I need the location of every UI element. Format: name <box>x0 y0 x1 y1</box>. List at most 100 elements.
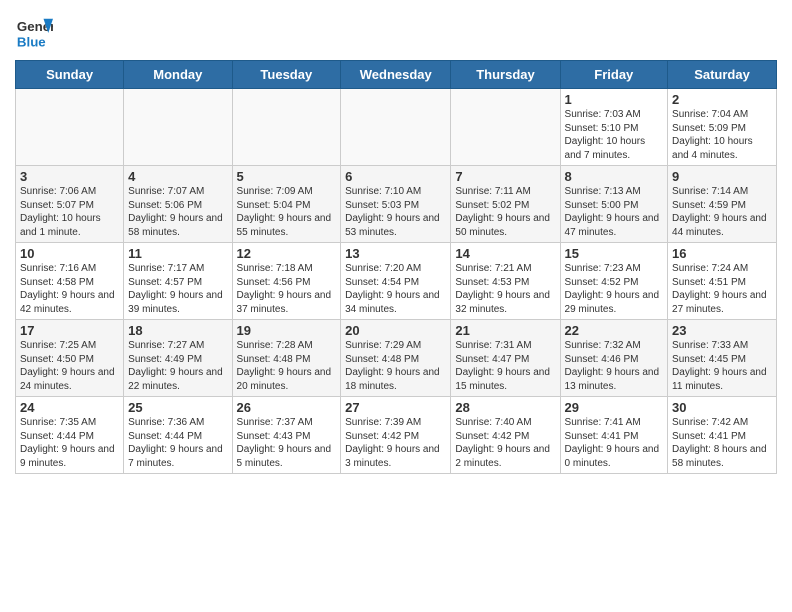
calendar-day-header: Thursday <box>451 61 560 89</box>
calendar-day-cell: 21Sunrise: 7:31 AM Sunset: 4:47 PM Dayli… <box>451 320 560 397</box>
day-info: Sunrise: 7:28 AM Sunset: 4:48 PM Dayligh… <box>237 339 337 393</box>
day-number: 17 <box>20 323 119 338</box>
day-number: 7 <box>455 169 555 184</box>
calendar-day-cell: 16Sunrise: 7:24 AM Sunset: 4:51 PM Dayli… <box>668 243 777 320</box>
day-info: Sunrise: 7:13 AM Sunset: 5:00 PM Dayligh… <box>565 185 664 239</box>
day-number: 1 <box>565 92 664 107</box>
day-number: 20 <box>345 323 446 338</box>
day-number: 14 <box>455 246 555 261</box>
day-number: 15 <box>565 246 664 261</box>
calendar-day-header: Sunday <box>16 61 124 89</box>
calendar-day-cell: 30Sunrise: 7:42 AM Sunset: 4:41 PM Dayli… <box>668 397 777 474</box>
calendar-day-cell: 27Sunrise: 7:39 AM Sunset: 4:42 PM Dayli… <box>341 397 451 474</box>
page-header: General Blue <box>15 10 777 52</box>
day-info: Sunrise: 7:10 AM Sunset: 5:03 PM Dayligh… <box>345 185 446 239</box>
day-info: Sunrise: 7:32 AM Sunset: 4:46 PM Dayligh… <box>565 339 664 393</box>
calendar-day-cell: 3Sunrise: 7:06 AM Sunset: 5:07 PM Daylig… <box>16 166 124 243</box>
day-info: Sunrise: 7:14 AM Sunset: 4:59 PM Dayligh… <box>672 185 772 239</box>
day-info: Sunrise: 7:39 AM Sunset: 4:42 PM Dayligh… <box>345 416 446 470</box>
day-number: 19 <box>237 323 337 338</box>
day-info: Sunrise: 7:16 AM Sunset: 4:58 PM Dayligh… <box>20 262 119 316</box>
day-number: 10 <box>20 246 119 261</box>
day-info: Sunrise: 7:36 AM Sunset: 4:44 PM Dayligh… <box>128 416 227 470</box>
day-info: Sunrise: 7:35 AM Sunset: 4:44 PM Dayligh… <box>20 416 119 470</box>
day-number: 30 <box>672 400 772 415</box>
calendar-day-cell: 8Sunrise: 7:13 AM Sunset: 5:00 PM Daylig… <box>560 166 668 243</box>
calendar-day-cell: 6Sunrise: 7:10 AM Sunset: 5:03 PM Daylig… <box>341 166 451 243</box>
calendar-day-cell: 7Sunrise: 7:11 AM Sunset: 5:02 PM Daylig… <box>451 166 560 243</box>
day-number: 25 <box>128 400 227 415</box>
day-number: 27 <box>345 400 446 415</box>
day-info: Sunrise: 7:18 AM Sunset: 4:56 PM Dayligh… <box>237 262 337 316</box>
day-info: Sunrise: 7:03 AM Sunset: 5:10 PM Dayligh… <box>565 108 664 162</box>
calendar-day-header: Saturday <box>668 61 777 89</box>
page-container: General Blue SundayMondayTuesdayWednesda… <box>0 0 792 484</box>
day-info: Sunrise: 7:29 AM Sunset: 4:48 PM Dayligh… <box>345 339 446 393</box>
day-number: 24 <box>20 400 119 415</box>
day-info: Sunrise: 7:21 AM Sunset: 4:53 PM Dayligh… <box>455 262 555 316</box>
day-number: 9 <box>672 169 772 184</box>
day-info: Sunrise: 7:20 AM Sunset: 4:54 PM Dayligh… <box>345 262 446 316</box>
day-info: Sunrise: 7:31 AM Sunset: 4:47 PM Dayligh… <box>455 339 555 393</box>
day-number: 4 <box>128 169 227 184</box>
calendar-day-cell: 2Sunrise: 7:04 AM Sunset: 5:09 PM Daylig… <box>668 89 777 166</box>
day-info: Sunrise: 7:40 AM Sunset: 4:42 PM Dayligh… <box>455 416 555 470</box>
day-info: Sunrise: 7:37 AM Sunset: 4:43 PM Dayligh… <box>237 416 337 470</box>
calendar-day-cell <box>16 89 124 166</box>
day-number: 18 <box>128 323 227 338</box>
calendar-day-cell: 5Sunrise: 7:09 AM Sunset: 5:04 PM Daylig… <box>232 166 341 243</box>
day-info: Sunrise: 7:06 AM Sunset: 5:07 PM Dayligh… <box>20 185 119 239</box>
day-number: 11 <box>128 246 227 261</box>
calendar-day-cell: 17Sunrise: 7:25 AM Sunset: 4:50 PM Dayli… <box>16 320 124 397</box>
calendar-day-cell <box>232 89 341 166</box>
calendar-day-cell: 9Sunrise: 7:14 AM Sunset: 4:59 PM Daylig… <box>668 166 777 243</box>
day-number: 22 <box>565 323 664 338</box>
logo: General Blue <box>15 14 53 52</box>
calendar-day-header: Tuesday <box>232 61 341 89</box>
calendar-week-row: 24Sunrise: 7:35 AM Sunset: 4:44 PM Dayli… <box>16 397 777 474</box>
day-number: 12 <box>237 246 337 261</box>
calendar-day-cell: 4Sunrise: 7:07 AM Sunset: 5:06 PM Daylig… <box>124 166 232 243</box>
calendar-day-cell: 14Sunrise: 7:21 AM Sunset: 4:53 PM Dayli… <box>451 243 560 320</box>
calendar-day-cell: 11Sunrise: 7:17 AM Sunset: 4:57 PM Dayli… <box>124 243 232 320</box>
day-number: 3 <box>20 169 119 184</box>
day-number: 6 <box>345 169 446 184</box>
day-info: Sunrise: 7:41 AM Sunset: 4:41 PM Dayligh… <box>565 416 664 470</box>
calendar-header-row: SundayMondayTuesdayWednesdayThursdayFrid… <box>16 61 777 89</box>
calendar-day-cell: 25Sunrise: 7:36 AM Sunset: 4:44 PM Dayli… <box>124 397 232 474</box>
calendar-day-cell: 10Sunrise: 7:16 AM Sunset: 4:58 PM Dayli… <box>16 243 124 320</box>
day-info: Sunrise: 7:17 AM Sunset: 4:57 PM Dayligh… <box>128 262 227 316</box>
calendar-day-cell <box>124 89 232 166</box>
logo-icon: General Blue <box>15 14 53 52</box>
day-info: Sunrise: 7:42 AM Sunset: 4:41 PM Dayligh… <box>672 416 772 470</box>
day-number: 21 <box>455 323 555 338</box>
calendar-day-cell: 1Sunrise: 7:03 AM Sunset: 5:10 PM Daylig… <box>560 89 668 166</box>
day-number: 16 <box>672 246 772 261</box>
calendar-day-cell <box>451 89 560 166</box>
day-number: 5 <box>237 169 337 184</box>
calendar-day-header: Friday <box>560 61 668 89</box>
day-info: Sunrise: 7:33 AM Sunset: 4:45 PM Dayligh… <box>672 339 772 393</box>
day-info: Sunrise: 7:23 AM Sunset: 4:52 PM Dayligh… <box>565 262 664 316</box>
calendar-day-cell <box>341 89 451 166</box>
day-info: Sunrise: 7:11 AM Sunset: 5:02 PM Dayligh… <box>455 185 555 239</box>
day-number: 29 <box>565 400 664 415</box>
day-info: Sunrise: 7:09 AM Sunset: 5:04 PM Dayligh… <box>237 185 337 239</box>
calendar-day-cell: 20Sunrise: 7:29 AM Sunset: 4:48 PM Dayli… <box>341 320 451 397</box>
calendar-day-cell: 26Sunrise: 7:37 AM Sunset: 4:43 PM Dayli… <box>232 397 341 474</box>
day-number: 2 <box>672 92 772 107</box>
calendar-day-cell: 12Sunrise: 7:18 AM Sunset: 4:56 PM Dayli… <box>232 243 341 320</box>
calendar-day-cell: 22Sunrise: 7:32 AM Sunset: 4:46 PM Dayli… <box>560 320 668 397</box>
day-info: Sunrise: 7:07 AM Sunset: 5:06 PM Dayligh… <box>128 185 227 239</box>
day-number: 28 <box>455 400 555 415</box>
calendar-week-row: 17Sunrise: 7:25 AM Sunset: 4:50 PM Dayli… <box>16 320 777 397</box>
calendar-week-row: 3Sunrise: 7:06 AM Sunset: 5:07 PM Daylig… <box>16 166 777 243</box>
calendar-day-header: Wednesday <box>341 61 451 89</box>
day-number: 13 <box>345 246 446 261</box>
day-number: 26 <box>237 400 337 415</box>
calendar-week-row: 10Sunrise: 7:16 AM Sunset: 4:58 PM Dayli… <box>16 243 777 320</box>
day-info: Sunrise: 7:04 AM Sunset: 5:09 PM Dayligh… <box>672 108 772 162</box>
day-info: Sunrise: 7:24 AM Sunset: 4:51 PM Dayligh… <box>672 262 772 316</box>
calendar-day-cell: 23Sunrise: 7:33 AM Sunset: 4:45 PM Dayli… <box>668 320 777 397</box>
svg-text:Blue: Blue <box>17 34 46 49</box>
